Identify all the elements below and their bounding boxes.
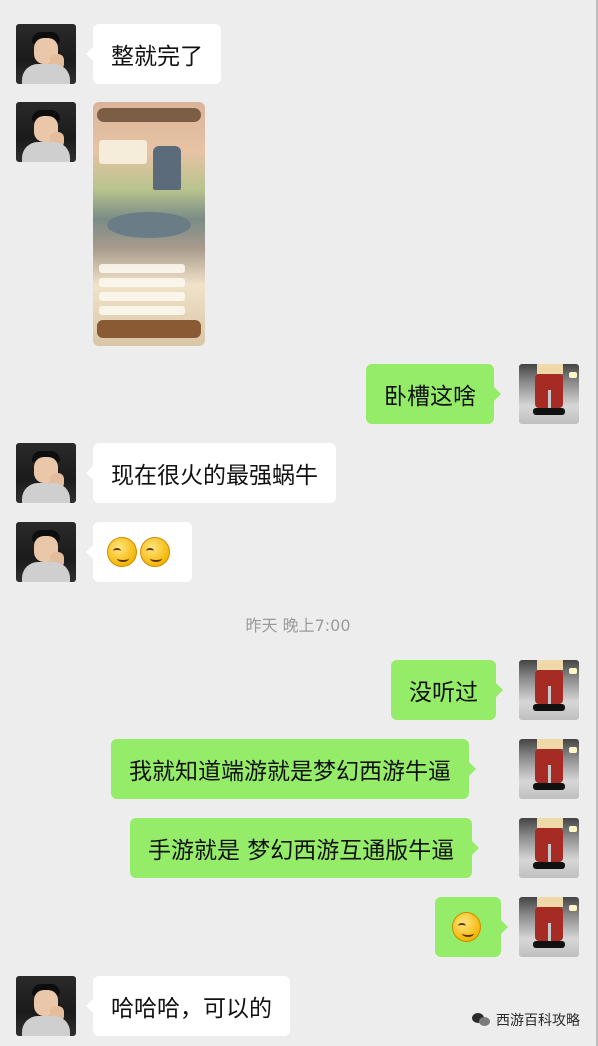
smirk-emoji-icon [140,537,170,567]
friend-avatar[interactable] [16,24,76,84]
my-avatar[interactable] [519,660,579,720]
message-text: 哈哈哈，可以的 [111,996,272,1022]
friend-avatar[interactable] [16,102,76,162]
watermark: 西游百科攻略 [472,1010,580,1030]
message-text: 卧槽这啥 [384,384,476,410]
message-bubble-incoming[interactable]: 整就完了 [86,24,221,84]
my-avatar[interactable] [519,818,579,878]
watermark-text: 西游百科攻略 [496,1013,580,1029]
message-bubble-outgoing[interactable]: 手游就是 梦幻西游互通版牛逼 [130,818,480,878]
message-text: 没听过 [409,680,478,706]
friend-avatar[interactable] [16,522,76,582]
friend-avatar[interactable] [16,976,76,1036]
message-bubble-incoming[interactable]: 现在很火的最强蜗牛 [86,443,336,503]
friend-avatar[interactable] [16,443,76,503]
message-bubble-outgoing[interactable]: 我就知道端游就是梦幻西游牛逼 [111,739,476,799]
smirk-emoji-icon [107,537,137,567]
message-bubble-outgoing[interactable] [435,897,508,957]
message-text: 整就完了 [111,44,203,70]
message-bubble-incoming[interactable] [86,522,192,582]
message-bubble-incoming[interactable]: 哈哈哈，可以的 [86,976,290,1036]
my-avatar[interactable] [519,364,579,424]
shared-game-screenshot[interactable] [93,102,205,346]
message-bubble-outgoing[interactable]: 没听过 [391,660,503,720]
my-avatar[interactable] [519,739,579,799]
message-text: 我就知道端游就是梦幻西游牛逼 [129,759,451,785]
wechat-icon [472,1013,490,1027]
my-avatar[interactable] [519,897,579,957]
chat-timestamp: 昨天 晚上7:00 [245,616,351,635]
message-text: 现在很火的最强蜗牛 [111,463,318,489]
smirk-emoji-icon [452,912,481,942]
message-text: 手游就是 梦幻西游互通版牛逼 [148,838,455,864]
message-bubble-outgoing[interactable]: 卧槽这啥 [366,364,501,424]
